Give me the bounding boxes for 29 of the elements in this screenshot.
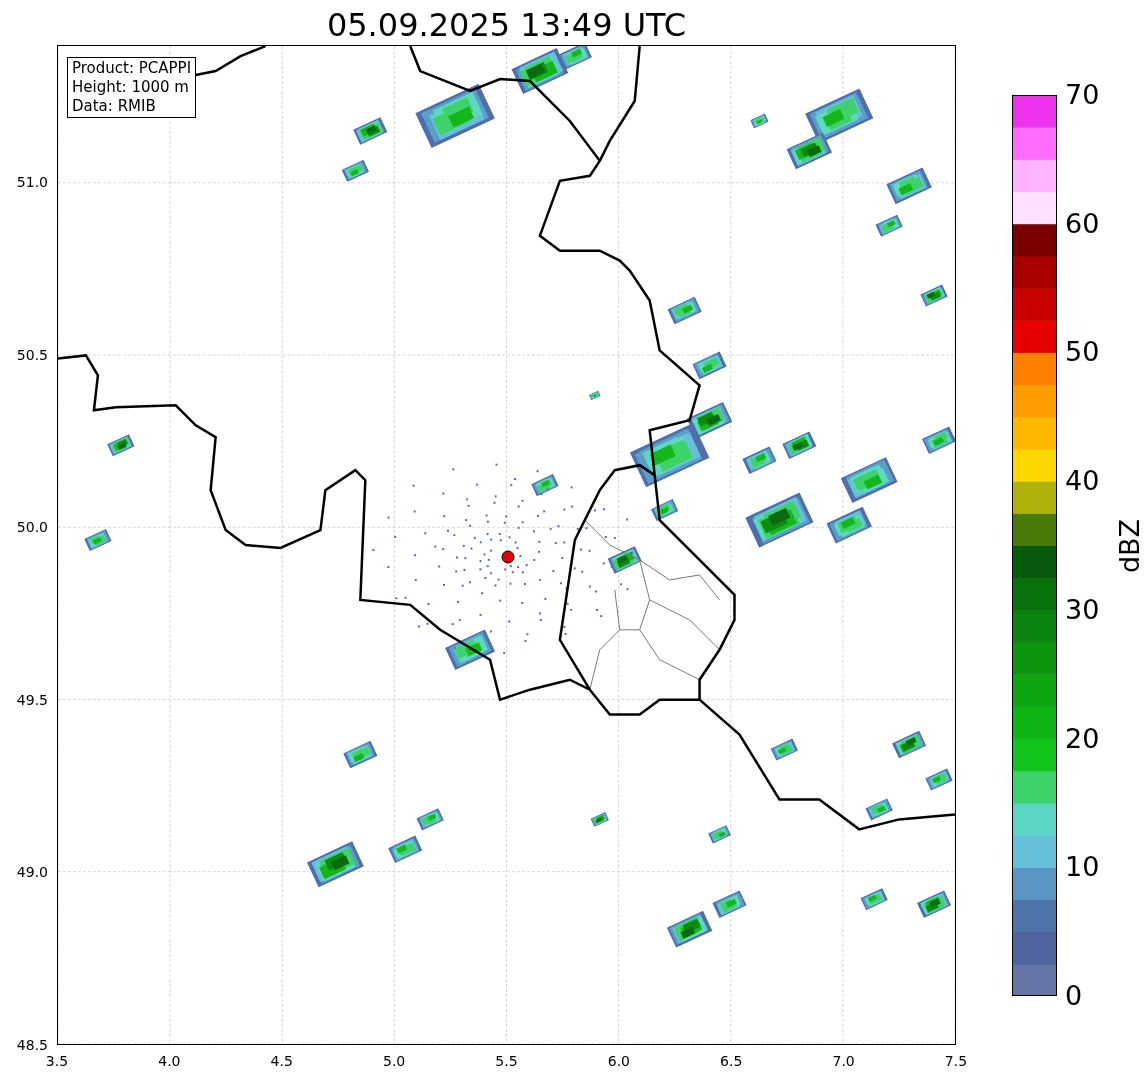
axis-tick-label: 7.0 <box>832 1053 855 1069</box>
axis-tick-label: 4.5 <box>270 1053 293 1069</box>
info-line: Data: RMIB <box>72 97 157 116</box>
axis-tick-label: 5.5 <box>495 1053 518 1069</box>
axis-tick-label: 49.0 <box>16 864 48 881</box>
axis-tick-label: 50.5 <box>16 346 48 363</box>
axis-tick-label: 3.5 <box>45 1053 69 1069</box>
axis-tick-label: 6.0 <box>607 1053 630 1069</box>
colorbar-tick-label: 0 <box>1065 981 1083 1011</box>
axis-tick-label: 48.5 <box>16 1037 48 1053</box>
axis-tick-label: 50.0 <box>16 519 48 536</box>
info-line: Height: 1000 m <box>72 78 190 97</box>
axis-tick-label: 51.0 <box>16 174 48 190</box>
axis-tick-label: 49.5 <box>16 691 48 708</box>
axis-tick-label: 7.5 <box>944 1053 968 1069</box>
axis-tick-label: 4.0 <box>158 1053 181 1069</box>
colorbar-tick-label: 70 <box>1065 80 1100 110</box>
colorbar-tick-label: 10 <box>1065 852 1100 883</box>
colorbar-label: dBZ <box>1115 518 1145 573</box>
colorbar-tick-label: 60 <box>1065 208 1100 239</box>
axis-tick-label: 5.0 <box>383 1053 406 1069</box>
radar-site-marker <box>501 550 515 564</box>
colorbar-tick-label: 20 <box>1065 723 1100 754</box>
colorbar-tick-label: 50 <box>1065 337 1100 368</box>
info-line: Product: PCAPPI <box>72 59 192 78</box>
chart-title: 05.09.2025 13:49 UTC <box>326 5 687 45</box>
axis-tick-label: 6.5 <box>720 1053 743 1069</box>
colorbar-tick-label: 40 <box>1065 466 1100 497</box>
colorbar-tick-label: 30 <box>1065 594 1100 625</box>
